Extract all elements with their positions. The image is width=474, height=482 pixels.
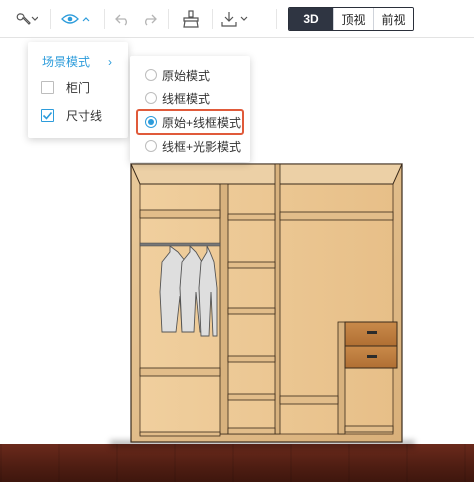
option-label: 原始模式 [162, 68, 211, 83]
view-3d-button[interactable]: 3D [289, 8, 333, 30]
scene-mode-label: 场景模式 [42, 54, 91, 69]
undo-button[interactable] [110, 6, 136, 32]
option-label: 线框+光影模式 [162, 139, 242, 154]
clear-scene-button[interactable] [174, 6, 208, 32]
scene-mode-option-original[interactable]: 原始模式 [136, 64, 244, 86]
toolbar-divider [50, 9, 51, 29]
cabinet-door-label: 柜门 [66, 80, 91, 95]
view-mode-toggle: 3D 顶视 前视 [288, 7, 414, 31]
scene-mode-submenu: 原始模式 线框模式 原始+线框模式 线框+光影模式 [130, 56, 250, 162]
radio-original[interactable] [145, 69, 157, 81]
scene-mode-option-original-wireframe[interactable]: 原始+线框模式 [136, 109, 244, 135]
toolbar-divider [104, 9, 105, 29]
radio-wireframe-shading[interactable] [145, 140, 157, 152]
cabinet-door-toggle[interactable]: 柜门 [28, 74, 128, 100]
radio-wireframe[interactable] [145, 92, 157, 104]
scene-mode-menu-item[interactable]: 场景模式 › [28, 48, 128, 74]
option-label: 线框模式 [162, 91, 211, 106]
option-label: 原始+线框模式 [162, 115, 242, 130]
view-top-button[interactable]: 顶视 [333, 8, 373, 30]
view-options-button[interactable] [56, 6, 96, 32]
redo-icon [145, 14, 157, 26]
scene-mode-option-wireframe-shading[interactable]: 线框+光影模式 [136, 135, 244, 157]
brush-icon [183, 10, 199, 28]
chevron-right-icon: › [108, 55, 112, 69]
view-front-button[interactable]: 前视 [373, 8, 413, 30]
eye-icon [61, 14, 90, 24]
redo-button[interactable] [136, 6, 162, 32]
display-options-menu: 场景模式 › 柜门 尺寸线 [28, 42, 128, 138]
tools-button[interactable] [8, 6, 42, 32]
checkmark-icon [42, 111, 53, 120]
download-icon [221, 12, 248, 27]
top-toolbar: 3D 顶视 前视 [0, 0, 474, 38]
dimension-lines-checkbox[interactable] [41, 108, 54, 122]
toolbar-divider [212, 9, 213, 29]
toolbar-divider [168, 9, 169, 29]
undo-icon [115, 14, 127, 26]
toolbar-divider [276, 9, 277, 29]
wrench-icon [16, 13, 38, 25]
dimension-lines-label: 尺寸线 [66, 108, 103, 123]
cabinet-door-checkbox[interactable] [41, 80, 54, 94]
radio-original-wireframe[interactable] [145, 116, 157, 128]
download-button[interactable] [218, 6, 252, 32]
dimension-lines-toggle[interactable]: 尺寸线 [28, 102, 128, 128]
scene-mode-option-wireframe[interactable]: 线框模式 [136, 87, 244, 109]
